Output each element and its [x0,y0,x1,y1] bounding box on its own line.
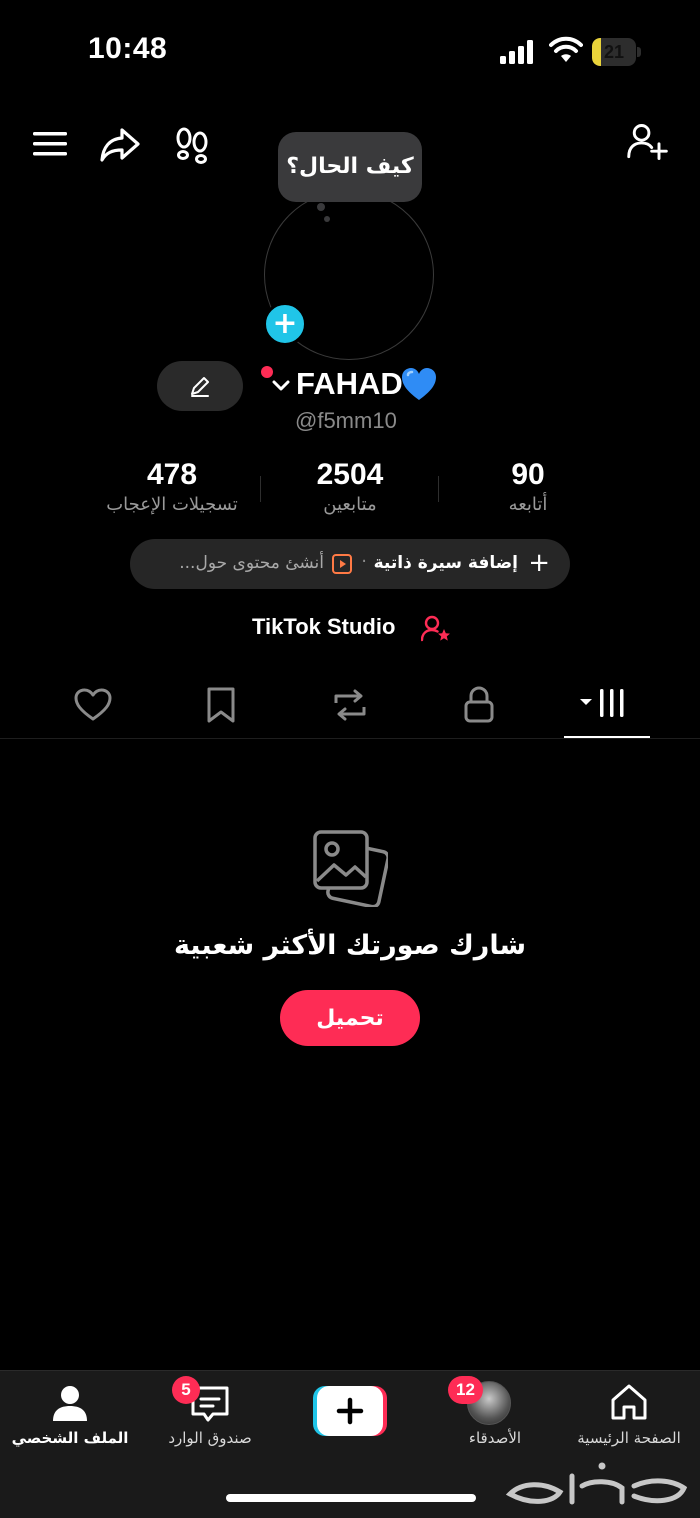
liked-tab-heart-outline-icon[interactable] [73,683,113,727]
private-tab-lock-icon[interactable] [459,683,499,727]
following-stat[interactable]: 90 أتابعه [428,458,628,515]
username: @f5mm10 [295,408,397,433]
nav-friends[interactable]: 12 الأصدقاء [440,1371,550,1461]
following-label: أتابعه [508,494,548,515]
nav-home[interactable]: الصفحة الرئيسية [562,1371,696,1461]
creator-star-icon[interactable] [421,614,451,644]
add-bio-label: إضافة سيرة ذاتية [373,553,518,573]
friends-badge: 12 [448,1376,483,1404]
inbox-badge: 5 [172,1376,200,1404]
nav-profile-label: الملف الشخصي [11,1429,129,1447]
battery-level: 21 [603,42,625,62]
note-bubble-tail-dot [324,216,330,222]
tabs-divider [0,738,700,739]
footprints-icon[interactable] [170,122,214,166]
bio-separator: · [361,551,367,572]
likes-stat[interactable]: 478 تسجيلات الإعجاب [72,458,272,515]
status-time: 10:48 [88,32,168,65]
add-bio-button[interactable]: + إضافة سيرة ذاتية · أنشئ محتوى حول... [130,539,570,589]
cellular-signal-icon [500,40,533,64]
following-count: 90 [511,458,545,491]
nav-home-label: الصفحة الرئيسية [577,1429,681,1447]
plus-icon: + [528,548,550,578]
create-plus-icon [313,1386,387,1436]
followers-label: متابعين [323,494,377,515]
nav-create[interactable] [300,1371,400,1461]
pencil-icon [191,377,209,397]
tiktok-studio-link[interactable]: TikTok Studio [252,614,395,640]
likes-label: تسجيلات الإعجاب [106,494,238,515]
display-name[interactable]: FAHAD [296,366,403,402]
followers-count: 2504 [316,458,384,491]
chevron-down-icon[interactable] [270,374,292,396]
edit-profile-button[interactable] [157,361,243,411]
nav-profile[interactable]: الملف الشخصي [5,1371,135,1461]
home-icon [611,1384,647,1420]
note-bubble-text: كيف الحال؟ [286,154,414,179]
home-indicator [226,1494,476,1502]
empty-state-title: شارك صورتك الأكثر شعبية [173,930,527,961]
menu-icon[interactable] [28,122,72,166]
add-avatar-button[interactable]: + [263,302,307,346]
profile-icon [53,1386,87,1421]
reposts-tab-repost-icon[interactable] [330,683,370,727]
likes-count: 478 [146,458,198,491]
followers-stat[interactable]: 2504 متابعين [250,458,450,515]
add-friend-icon[interactable] [626,120,670,164]
video-play-icon [332,554,352,574]
blue-heart-icon [402,368,436,400]
videos-tab-grid-icon[interactable] [578,683,634,727]
note-bubble[interactable]: كيف الحال؟ [278,132,422,202]
note-bubble-tail [317,203,325,211]
nav-inbox[interactable]: 5 صندوق الوارد [150,1371,270,1461]
nav-inbox-label: صندوق الوارد [168,1429,252,1447]
favorites-tab-bookmark-icon[interactable] [201,683,241,727]
share-icon[interactable] [98,122,142,166]
wifi-icon [549,36,583,62]
photos-icon [313,830,388,907]
haraj-watermark-logo [505,1462,688,1505]
battery-icon: 21 [592,38,642,66]
nav-friends-label: الأصدقاء [468,1429,522,1447]
create-content-label: أنشئ محتوى حول... [179,553,324,573]
upload-button[interactable]: تحميل [280,990,420,1046]
plus-icon: + [272,306,298,341]
